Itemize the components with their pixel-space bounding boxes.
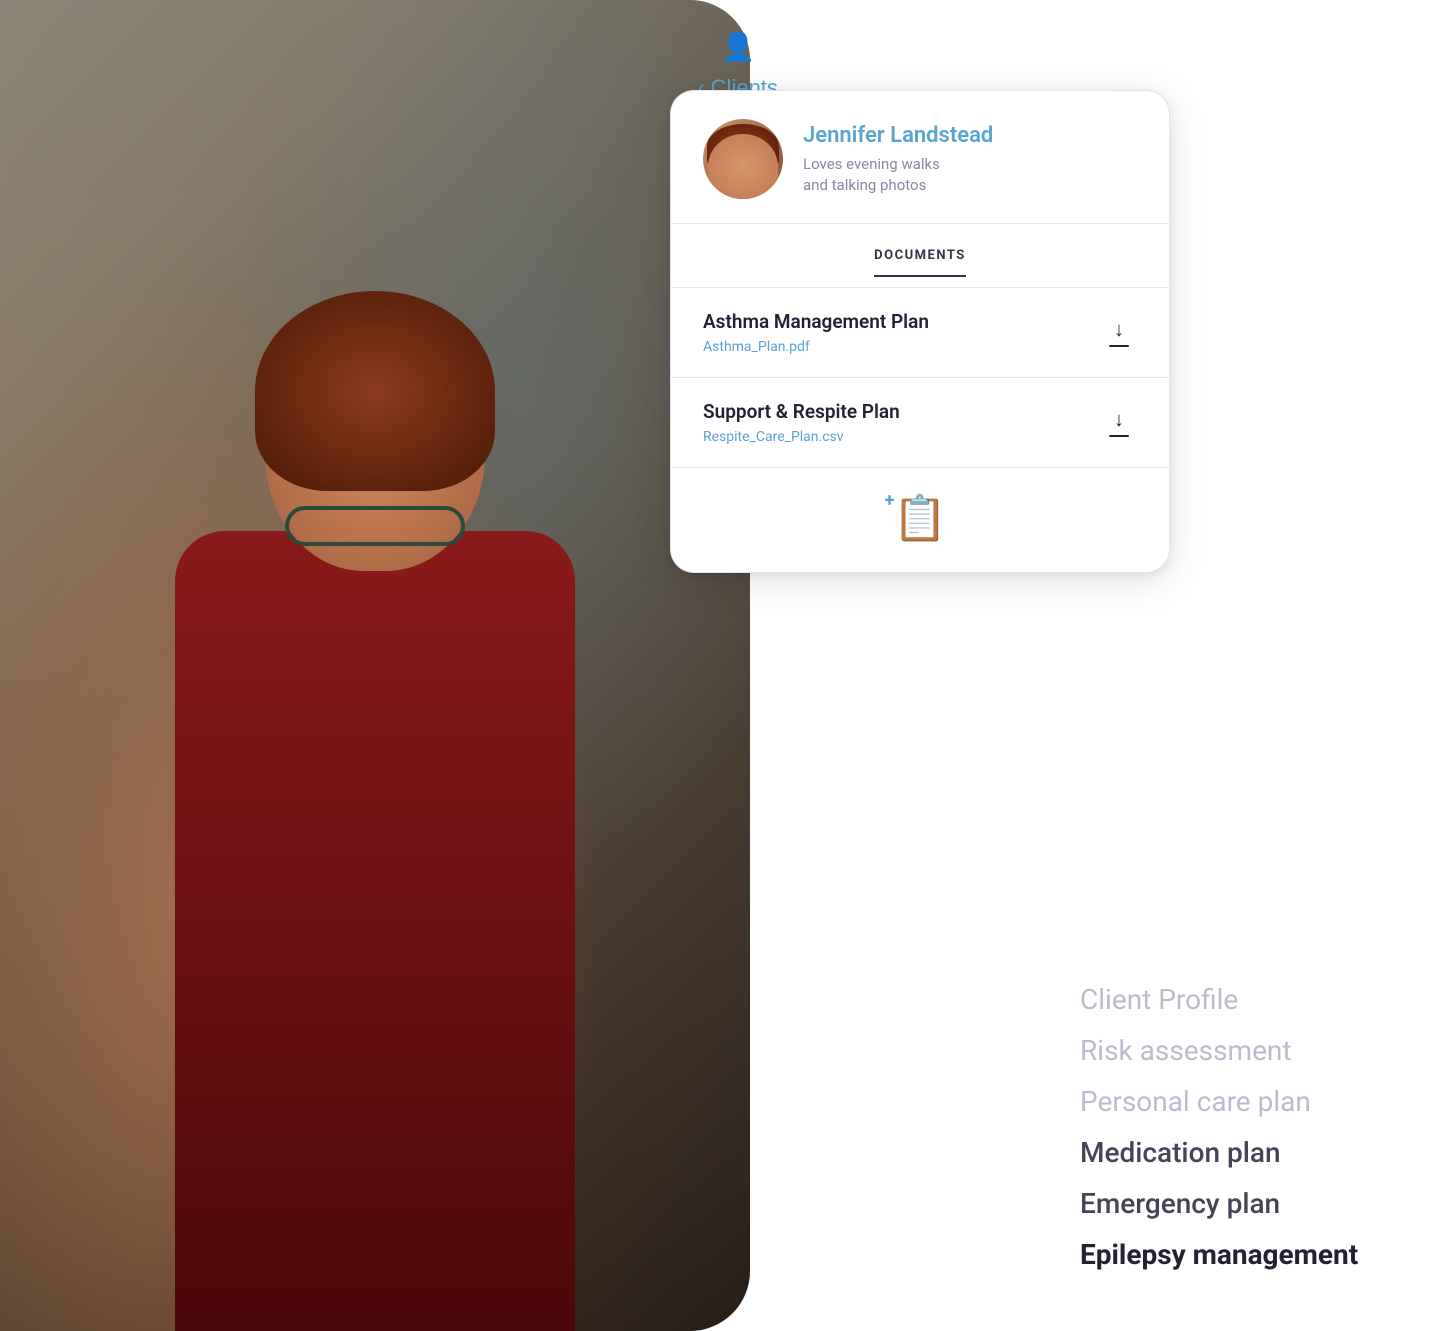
add-document-button[interactable]: + 📋	[893, 492, 948, 544]
user-icon: 👤	[721, 30, 756, 63]
document-info-2: Support & Respite Plan Respite_Care_Plan…	[703, 400, 1101, 445]
plus-icon: +	[885, 490, 895, 511]
avatar	[703, 119, 783, 199]
sidebar-menu: Client Profile Risk assessment Personal …	[1020, 943, 1440, 1331]
person-glasses	[285, 506, 465, 546]
sidebar-item-emergency-plan[interactable]: Emergency plan	[1080, 1187, 1380, 1220]
client-header: Jennifer Landstead Loves evening walksan…	[671, 91, 1169, 224]
documents-tab[interactable]: DOCUMENTS	[671, 224, 1169, 288]
download-arrow-icon-1: ↓	[1114, 319, 1124, 342]
document-item-2: Support & Respite Plan Respite_Care_Plan…	[671, 378, 1169, 468]
sidebar-item-risk-assessment[interactable]: Risk assessment	[1080, 1034, 1380, 1067]
person-hair	[255, 291, 495, 491]
clipboard-icon: + 📋	[893, 492, 948, 544]
sidebar-item-medication-plan[interactable]: Medication plan	[1080, 1136, 1380, 1169]
download-arrow-icon-2: ↓	[1114, 409, 1124, 432]
tab-documents-label: DOCUMENTS	[874, 248, 966, 277]
sidebar-item-personal-care-plan[interactable]: Personal care plan	[1080, 1085, 1380, 1118]
download-line-1	[1109, 345, 1129, 347]
download-line-2	[1109, 435, 1129, 437]
sidebar-item-client-profile[interactable]: Client Profile	[1080, 983, 1380, 1016]
document-filename-1: Asthma_Plan.pdf	[703, 339, 1101, 355]
person-body	[175, 531, 575, 1331]
avatar-face	[708, 134, 778, 199]
download-button-1[interactable]: ↓	[1101, 311, 1137, 355]
document-title-1: Asthma Management Plan	[703, 310, 1101, 333]
download-button-2[interactable]: ↓	[1101, 401, 1137, 445]
client-bio: Loves evening walksand talking photos	[803, 154, 1137, 196]
person-silhouette	[75, 231, 675, 1331]
document-title-2: Support & Respite Plan	[703, 400, 1101, 423]
document-filename-2: Respite_Care_Plan.csv	[703, 429, 1101, 445]
sidebar-item-epilepsy-management[interactable]: Epilepsy management	[1080, 1238, 1380, 1271]
document-info-1: Asthma Management Plan Asthma_Plan.pdf	[703, 310, 1101, 355]
client-card: Jennifer Landstead Loves evening walksan…	[670, 90, 1170, 573]
background-photo	[0, 0, 750, 1331]
add-document-area[interactable]: + 📋	[671, 468, 1169, 572]
client-info: Jennifer Landstead Loves evening walksan…	[803, 123, 1137, 196]
document-item-1: Asthma Management Plan Asthma_Plan.pdf ↓	[671, 288, 1169, 378]
client-name: Jennifer Landstead	[803, 123, 1137, 148]
